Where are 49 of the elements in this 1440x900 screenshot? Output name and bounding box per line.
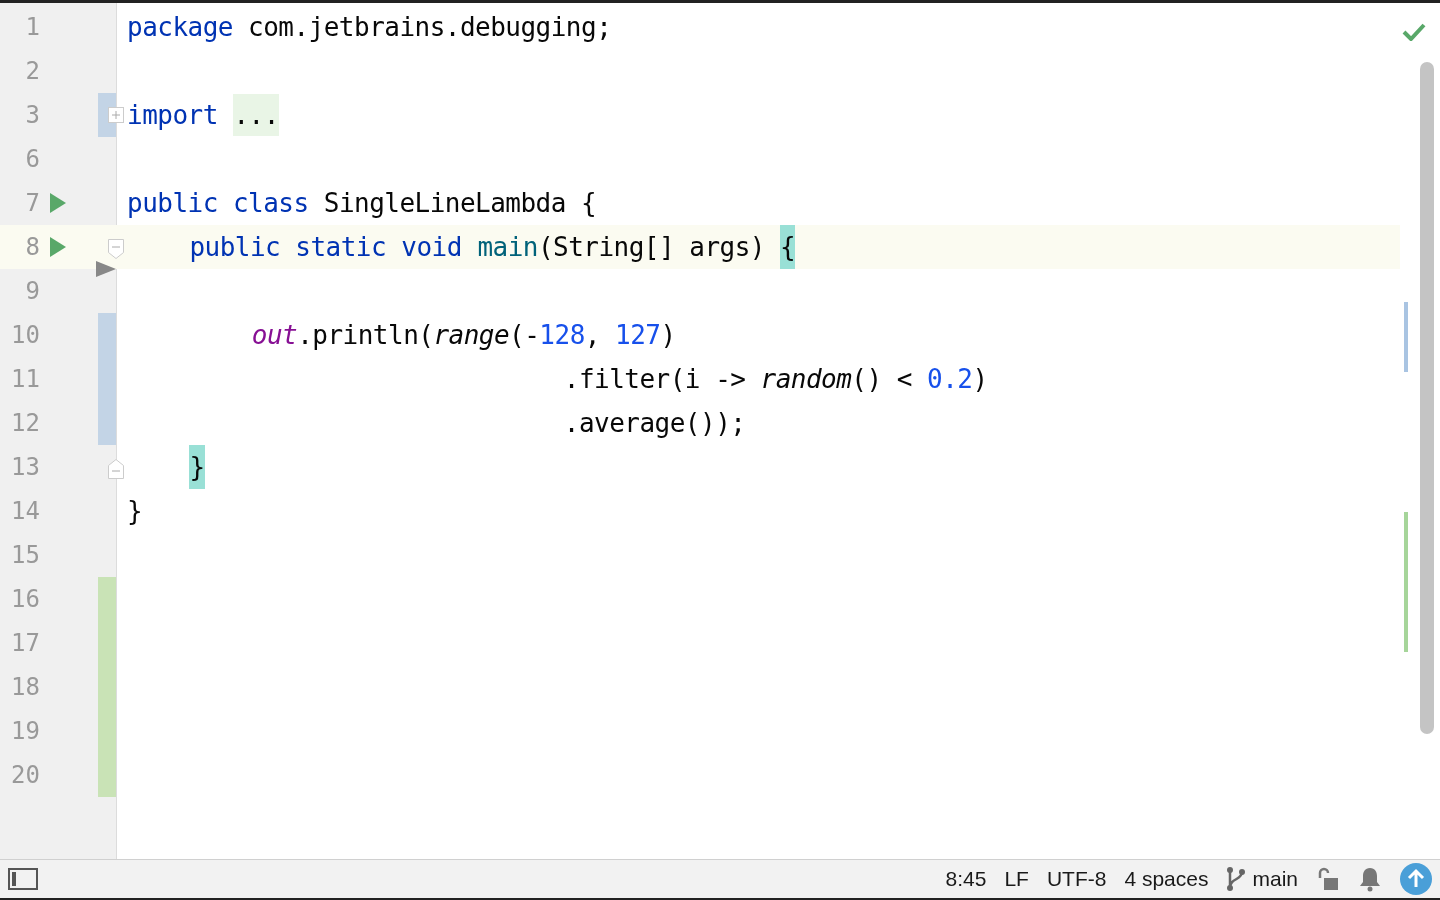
check-icon (1402, 23, 1426, 41)
pointer-triangle-icon (96, 261, 116, 277)
bell-icon[interactable] (1358, 866, 1382, 892)
run-icon[interactable] (49, 236, 67, 258)
line-number: 16 (10, 585, 40, 613)
panel-toggle-icon[interactable] (8, 868, 38, 890)
line-number: 7 (24, 189, 40, 217)
change-marker (98, 401, 116, 445)
scrollbar-thumb[interactable] (1420, 62, 1434, 734)
code-line: .filter(i -> random() < 0.2) (562, 363, 988, 396)
code-line: } (116, 445, 205, 489)
line-separator[interactable]: LF (1004, 867, 1029, 891)
update-icon[interactable] (1400, 863, 1432, 895)
line-number: 2 (24, 57, 40, 85)
change-stripe (1404, 302, 1408, 372)
line-number: 12 (10, 409, 40, 437)
git-branch[interactable]: main (1252, 867, 1298, 891)
line-number: 13 (10, 453, 40, 481)
code-line: out.println(range(-128, 127) (250, 319, 676, 352)
line-number: 11 (10, 365, 40, 393)
line-number: 15 (10, 541, 40, 569)
line-number: 6 (24, 145, 40, 173)
branch-icon[interactable] (1226, 866, 1247, 892)
change-marker (98, 313, 116, 357)
expand-icon[interactable] (108, 107, 124, 123)
line-number: 1 (24, 13, 40, 41)
line-number: 20 (10, 761, 40, 789)
code-line: public class SingleLineLambda { (126, 187, 597, 220)
line-number: 19 (10, 717, 40, 745)
line-number: 3 (24, 101, 40, 129)
change-marker (98, 577, 116, 621)
code-line: .average()); (562, 407, 746, 440)
run-icon[interactable] (49, 192, 67, 214)
line-number: 8 (24, 233, 40, 261)
indent-setting[interactable]: 4 spaces (1124, 867, 1209, 891)
collapse-icon[interactable] (108, 459, 124, 479)
line-number: 14 (10, 497, 40, 525)
line-number: 18 (10, 673, 40, 701)
line-number: 10 (10, 321, 40, 349)
code-line: } (126, 495, 143, 528)
line-number: 17 (10, 629, 40, 657)
caret-position[interactable]: 8:45 (945, 867, 987, 891)
code-line: package com.jetbrains.debugging; (126, 11, 612, 44)
code-line: import ... (116, 93, 279, 137)
change-marker (98, 753, 116, 797)
unlock-icon[interactable] (1316, 867, 1340, 891)
line-number: 9 (24, 277, 40, 305)
file-encoding[interactable]: UTF-8 (1046, 867, 1107, 891)
code-line: public static void main(String[] args) { (116, 225, 796, 269)
